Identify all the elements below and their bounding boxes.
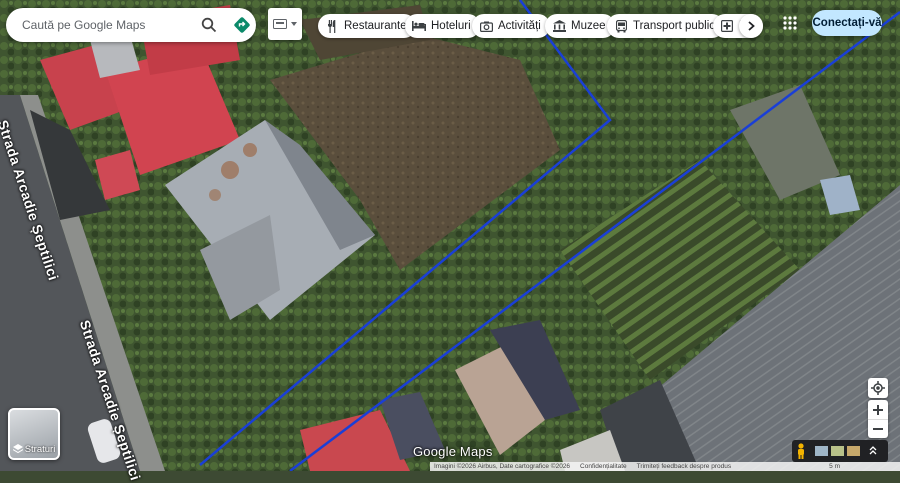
keyboard-icon — [273, 19, 287, 29]
imagery-thumbnail[interactable] — [815, 446, 828, 456]
chip-label: Hoteluri — [431, 20, 471, 32]
scale-label: 5 m — [829, 463, 840, 470]
signin-button[interactable]: Conectați-vă — [812, 10, 882, 36]
chips-scroll-right-button[interactable] — [739, 14, 763, 38]
search-input[interactable] — [20, 17, 179, 33]
pharmacy-icon — [720, 19, 734, 33]
apps-grid-icon[interactable] — [783, 16, 797, 30]
attribution-bar: Imagini ©2026 Airbus, Date cartografice … — [430, 462, 900, 471]
pegman-icon[interactable] — [796, 443, 806, 459]
chip-label: Transport public — [633, 20, 716, 32]
fork-knife-icon — [325, 19, 339, 33]
street-view-panel — [792, 440, 888, 462]
zoom-out-button[interactable] — [868, 420, 888, 438]
chip-restaurants[interactable]: Restaurante — [318, 14, 416, 38]
chip-label: Restaurante — [344, 20, 407, 32]
chip-label: Muzee — [571, 20, 606, 32]
imagery-thumbnail[interactable] — [831, 446, 844, 456]
camera-icon — [479, 19, 493, 33]
feedback-link[interactable]: Trimiteți feedback despre produs — [637, 463, 731, 470]
chevron-down-icon — [291, 22, 297, 26]
plus-icon — [873, 404, 883, 415]
directions-icon[interactable] — [233, 16, 251, 34]
imagery-thumbnail[interactable] — [847, 446, 860, 456]
bed-icon — [412, 19, 426, 33]
attribution-text: Imagini ©2026 Airbus, Date cartografice … — [434, 463, 571, 470]
my-location-button[interactable] — [868, 378, 888, 398]
privacy-link[interactable]: Confidențialitate — [580, 463, 627, 470]
map-type-button[interactable] — [268, 8, 302, 40]
satellite-map[interactable] — [0, 0, 900, 471]
zoom-in-button[interactable] — [868, 400, 888, 420]
search-icon[interactable] — [201, 17, 217, 33]
google-maps-logo: Google Maps — [413, 444, 493, 459]
layers-button[interactable]: Straturi — [8, 408, 60, 460]
my-location-icon — [871, 381, 885, 395]
bus-icon — [614, 19, 628, 33]
layers-label: Straturi — [24, 443, 56, 455]
chevron-right-icon — [747, 21, 755, 31]
chip-hotels[interactable]: Hoteluri — [405, 14, 480, 38]
minus-icon — [873, 428, 883, 430]
chevron-up-icon[interactable] — [869, 446, 877, 456]
search-box[interactable] — [6, 8, 256, 42]
zoom-control — [868, 400, 888, 438]
layers-icon — [12, 444, 23, 454]
chip-label: Activități — [498, 20, 541, 32]
museum-icon — [552, 19, 566, 33]
chip-public-transport[interactable]: Transport public — [607, 14, 725, 38]
chip-activities[interactable]: Activități — [472, 14, 550, 38]
chip-museums[interactable]: Muzee — [545, 14, 615, 38]
